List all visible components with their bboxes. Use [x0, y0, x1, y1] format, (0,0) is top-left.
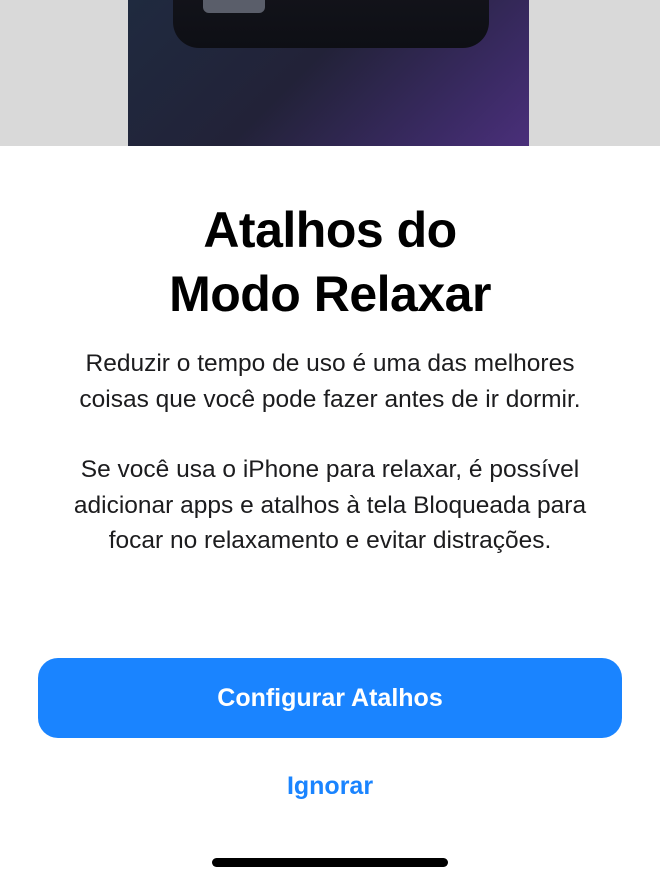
paragraph-2-line-1: Se você usa o iPhone para relaxar, é pos…: [80, 456, 580, 483]
home-indicator[interactable]: [212, 858, 448, 867]
paragraph-2-line-2: adicionar apps e atalhos à tela Bloquead…: [73, 491, 587, 519]
ignore-button[interactable]: Ignorar: [230, 766, 430, 806]
widget-pill: [203, 0, 265, 13]
title-line-1: Atalhos do: [203, 202, 457, 258]
configure-shortcuts-button[interactable]: Configurar Atalhos: [38, 658, 622, 738]
paragraph-1-line-1: Reduzir o tempo de uso é uma das melhore…: [85, 350, 575, 377]
description-paragraph-1: Reduzir o tempo de uso é uma das melhore…: [30, 346, 630, 417]
paragraph-2-line-3: focar no relaxamento e evitar distrações…: [108, 527, 552, 554]
description-paragraph-2: Se você usa o iPhone para relaxar, é pos…: [30, 452, 630, 559]
onboarding-sheet: Atalhos do Modo Relaxar Reduzir o tempo d…: [0, 146, 660, 880]
title-line-2: Modo Relaxar: [169, 266, 491, 322]
page-title: Atalhos do Modo Relaxar: [40, 198, 620, 326]
widget-preview: [173, 0, 489, 48]
paragraph-1-line-2: coisas que você pode fazer antes de ir d…: [79, 385, 581, 413]
hero-illustration: [0, 0, 660, 146]
lock-screen-preview: [128, 0, 529, 146]
